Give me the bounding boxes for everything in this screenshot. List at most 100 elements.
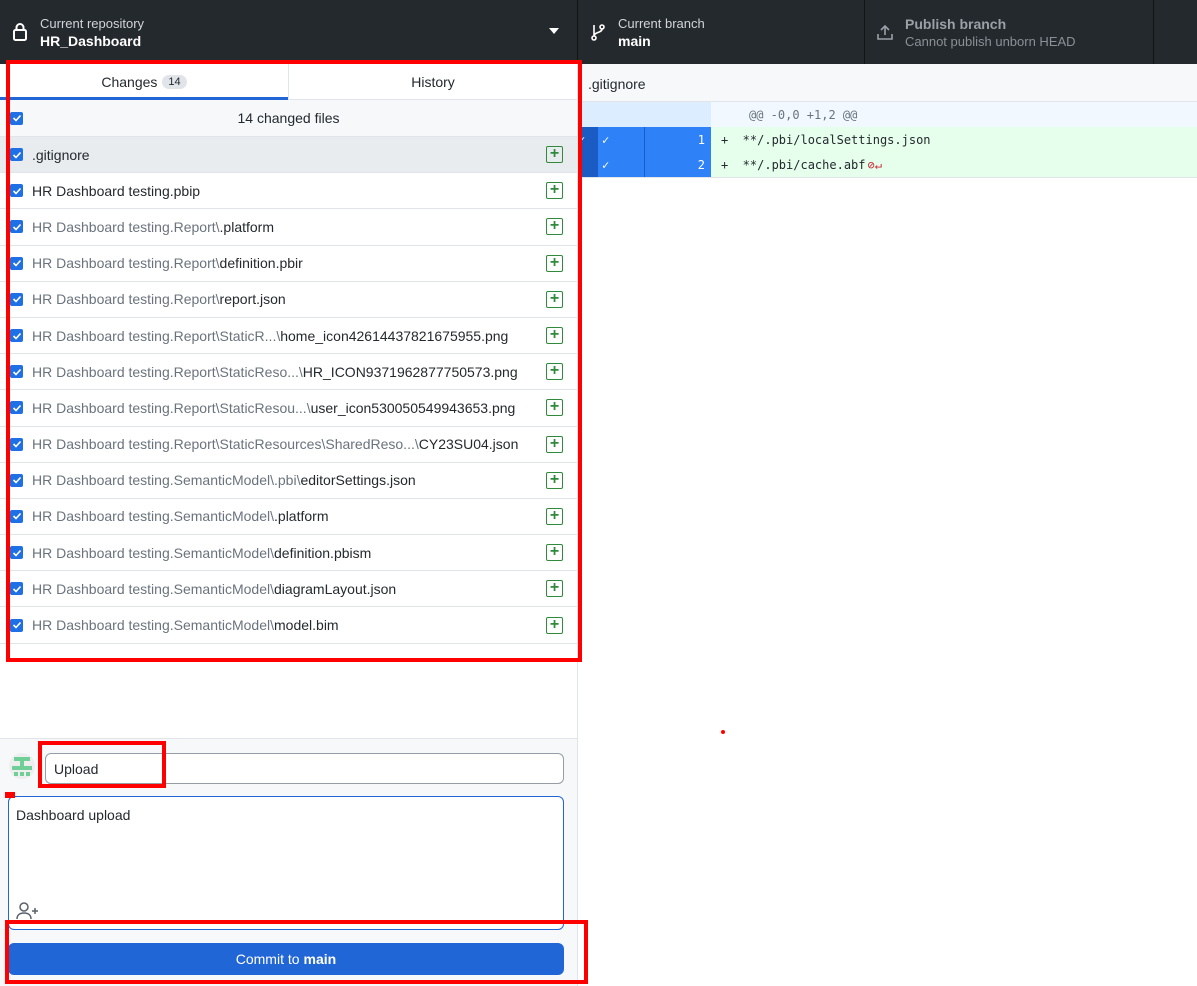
file-added-icon: +: [546, 616, 563, 634]
file-checkbox[interactable]: [10, 148, 23, 162]
file-checkbox[interactable]: [10, 509, 23, 523]
file-added-icon: +: [546, 363, 563, 381]
repository-selector[interactable]: Current repository HR_Dashboard: [0, 0, 578, 64]
file-path-prefix: HR Dashboard testing.Report\StaticReso..…: [32, 363, 303, 380]
line-include-check-icon[interactable]: ✓: [598, 152, 645, 177]
file-name: .platform: [219, 218, 275, 235]
file-added-icon: +: [546, 146, 563, 164]
diff-divider: [578, 177, 1197, 178]
file-name: HR Dashboard testing.pbip: [32, 182, 201, 199]
hunk-text: @@ -0,0 +1,2 @@: [749, 107, 858, 122]
file-path-prefix: HR Dashboard testing.SemanticModel\: [32, 617, 275, 634]
line-include-check-icon[interactable]: ✓: [598, 127, 645, 152]
file-added-icon: +: [546, 435, 563, 453]
commit-summary-input[interactable]: Upload: [45, 753, 564, 784]
diff-line[interactable]: ✓ 2 + **/.pbi/cache.abf ⊘↵: [578, 152, 1197, 177]
changed-files-count: 14 changed files: [237, 110, 340, 126]
no-newline-icon: ⊘↵: [867, 157, 882, 172]
file-row[interactable]: HR Dashboard testing.Report\ .platform +: [0, 209, 577, 246]
file-name: user_icon530050549943653.png: [310, 399, 516, 416]
publish-branch-button[interactable]: Publish branch Cannot publish unborn HEAD: [865, 0, 1154, 64]
file-path-prefix: HR Dashboard testing.SemanticModel\: [32, 544, 275, 561]
file-name: home_icon42614437821675955.png: [280, 327, 509, 344]
file-row[interactable]: HR Dashboard testing.SemanticModel\ diagr…: [0, 571, 577, 608]
file-checkbox[interactable]: [10, 437, 23, 451]
publish-status: Cannot publish unborn HEAD: [905, 33, 1076, 49]
line-number: 2: [645, 152, 711, 177]
line-select-check-icon[interactable]: [578, 152, 598, 177]
tab-changes[interactable]: Changes 14: [0, 64, 288, 100]
file-row[interactable]: HR Dashboard testing.Report\StaticR...\ h…: [0, 318, 577, 355]
file-name: HR_ICON9371962877750573.png: [302, 363, 518, 380]
file-added-icon: +: [546, 182, 563, 200]
add-coauthor-icon[interactable]: [16, 902, 40, 923]
file-row[interactable]: HR Dashboard testing.Report\ report.json +: [0, 282, 577, 318]
commit-description-input[interactable]: Dashboard upload: [8, 796, 564, 930]
commit-button-label: Commit to: [235, 951, 300, 967]
lock-icon: [10, 22, 30, 42]
file-path-prefix: HR Dashboard testing.SemanticModel\: [32, 580, 275, 597]
branch-name: main: [618, 32, 651, 49]
file-row[interactable]: .gitignore +: [0, 137, 577, 174]
branch-selector[interactable]: Current branch main: [578, 0, 865, 64]
branch-label: Current branch: [618, 15, 705, 31]
file-checkbox[interactable]: [10, 329, 23, 343]
file-added-icon: +: [546, 254, 563, 272]
file-checkbox[interactable]: [10, 256, 23, 270]
line-number: 1: [645, 127, 711, 152]
file-checkbox[interactable]: [10, 184, 23, 198]
line-code: + **/.pbi/localSettings.json: [721, 132, 931, 147]
file-name: editorSettings.json: [300, 472, 416, 489]
tab-history-label: History: [411, 73, 455, 90]
file-row[interactable]: HR Dashboard testing.Report\StaticResou.…: [0, 390, 577, 427]
file-checkbox[interactable]: [10, 546, 23, 560]
diff-line[interactable]: ✓ ✓ 1 + **/.pbi/localSettings.json: [578, 127, 1197, 152]
file-row[interactable]: HR Dashboard testing.SemanticModel\ model…: [0, 607, 577, 644]
changes-panel: Changes 14 History 14 changed files .giti…: [0, 64, 578, 986]
toolbar: Current repository HR_Dashboard Current b…: [0, 0, 1197, 64]
file-path-prefix: HR Dashboard testing.Report\: [32, 255, 220, 272]
file-row[interactable]: HR Dashboard testing.Report\ definition.p…: [0, 246, 577, 282]
publish-label: Publish branch: [905, 15, 1007, 32]
commit-description-text: Dashboard upload: [16, 807, 131, 823]
file-list: .gitignore + HR Dashboard testing.pbip + HR …: [0, 137, 577, 644]
file-name: .gitignore: [32, 146, 90, 163]
select-all-checkbox[interactable]: [10, 111, 23, 125]
file-added-icon: +: [546, 507, 563, 525]
file-row[interactable]: HR Dashboard testing.SemanticModel\ defin…: [0, 535, 577, 572]
file-path-prefix: HR Dashboard testing.Report\: [32, 291, 220, 308]
tab-changes-label: Changes: [101, 73, 158, 90]
file-name: diagramLayout.json: [274, 580, 397, 597]
file-checkbox[interactable]: [10, 220, 23, 234]
line-select-check-icon[interactable]: ✓: [578, 127, 598, 152]
file-checkbox[interactable]: [10, 618, 23, 632]
file-added-icon: +: [546, 399, 563, 417]
file-name: report.json: [219, 291, 286, 308]
file-row[interactable]: HR Dashboard testing.Report\StaticResour…: [0, 427, 577, 463]
diff-lines: ✓ ✓ 1 + **/.pbi/localSettings.json ✓ 2 + **/.p…: [578, 127, 1197, 178]
commit-button[interactable]: Commit to main: [8, 943, 564, 975]
file-checkbox[interactable]: [10, 365, 23, 379]
repository-label: Current repository: [40, 15, 145, 31]
file-added-icon: +: [546, 290, 563, 308]
file-checkbox[interactable]: [10, 292, 23, 306]
file-name: model.bim: [274, 617, 339, 634]
changes-header: 14 changed files: [0, 100, 577, 137]
file-path-prefix: HR Dashboard testing.Report\StaticResour…: [32, 436, 419, 453]
file-added-icon: +: [546, 544, 563, 562]
file-name: .platform: [274, 508, 329, 525]
file-path-prefix: HR Dashboard testing.SemanticModel\.pbi\: [32, 472, 301, 489]
line-code: + **/.pbi/cache.abf: [721, 157, 866, 172]
annotation-dot: [721, 730, 725, 734]
file-row[interactable]: HR Dashboard testing.SemanticModel\.pbi\…: [0, 463, 577, 499]
file-added-icon: +: [546, 580, 563, 598]
file-checkbox[interactable]: [10, 473, 23, 487]
file-row[interactable]: HR Dashboard testing.Report\StaticReso..…: [0, 354, 577, 391]
file-name: definition.pbir: [219, 255, 303, 272]
file-row[interactable]: HR Dashboard testing.pbip +: [0, 173, 577, 210]
commit-form: Upload Dashboard upload Commit to main: [0, 738, 577, 986]
file-row[interactable]: HR Dashboard testing.SemanticModel\ .plat…: [0, 499, 577, 536]
tab-history[interactable]: History: [288, 64, 577, 99]
file-checkbox[interactable]: [10, 401, 23, 415]
file-checkbox[interactable]: [10, 582, 23, 596]
